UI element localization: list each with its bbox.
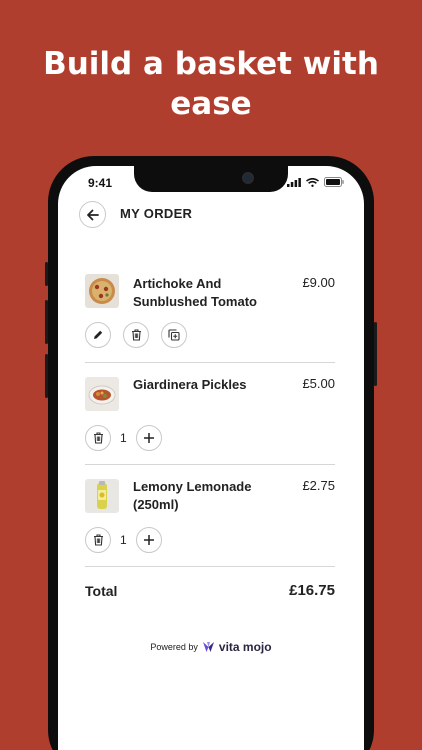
trash-icon: [93, 432, 103, 444]
list-item: Artichoke And Sunblushed Tomato £9.00: [85, 274, 335, 354]
pencil-icon: [94, 330, 103, 339]
quantity-value: 1: [120, 431, 127, 445]
item-name: Lemony Lemonade (250ml): [133, 479, 252, 512]
duplicate-item-button[interactable]: [161, 322, 187, 348]
item-price: £5.00: [302, 376, 335, 391]
item-divider: [85, 362, 335, 363]
phone-side-button: [45, 300, 48, 344]
phone-side-button: [45, 262, 48, 286]
quantity-value: 1: [120, 533, 127, 547]
item-name: Giardinera Pickles: [133, 377, 247, 392]
phone-side-button: [374, 322, 377, 386]
brand-name: vita mojo: [218, 640, 272, 654]
back-button[interactable]: [79, 201, 106, 228]
back-arrow-icon: [87, 209, 99, 220]
powered-by-text: Powered by: [150, 642, 198, 652]
phone-side-button: [45, 354, 48, 398]
trash-icon: [131, 329, 141, 341]
phone-notch: [134, 166, 288, 192]
item-image-pizza: [85, 274, 119, 308]
powered-by: Powered by vita mojo: [58, 640, 364, 654]
edit-item-button[interactable]: [85, 322, 111, 348]
promo-headline: Build a basket with ease: [43, 46, 379, 122]
duplicate-icon: [168, 329, 180, 341]
increase-quantity-button[interactable]: [136, 425, 162, 451]
item-price: £9.00: [302, 275, 335, 290]
signal-icon: [287, 177, 301, 187]
plus-icon: [144, 433, 154, 443]
item-image-lemonade: [85, 479, 119, 513]
page-title: MY ORDER: [120, 206, 193, 221]
list-item: Lemony Lemonade (250ml) £2.75 1: [85, 478, 335, 558]
item-divider: [85, 566, 335, 567]
item-image-pickles: [85, 377, 119, 411]
item-price: £2.75: [302, 478, 335, 493]
status-icons: [287, 177, 344, 187]
status-time: 9:41: [88, 176, 113, 190]
total-label: Total: [85, 583, 118, 599]
increase-quantity-button[interactable]: [136, 527, 162, 553]
item-name: Artichoke And Sunblushed Tomato: [133, 276, 257, 309]
trash-icon: [93, 534, 103, 546]
plus-icon: [144, 535, 154, 545]
item-divider: [85, 464, 335, 465]
camera-icon: [242, 172, 254, 184]
app-screen: 9:41 MY ORDER Artichoke And Sunblushed T…: [58, 166, 364, 750]
battery-icon: [324, 177, 344, 187]
vita-mojo-logo-icon: [202, 642, 214, 652]
list-item: Giardinera Pickles £5.00 1: [85, 376, 335, 456]
decrease-quantity-button[interactable]: [85, 527, 111, 553]
total-value: £16.75: [289, 582, 335, 599]
decrease-quantity-button[interactable]: [85, 425, 111, 451]
delete-item-button[interactable]: [123, 322, 149, 348]
wifi-icon: [306, 177, 319, 187]
